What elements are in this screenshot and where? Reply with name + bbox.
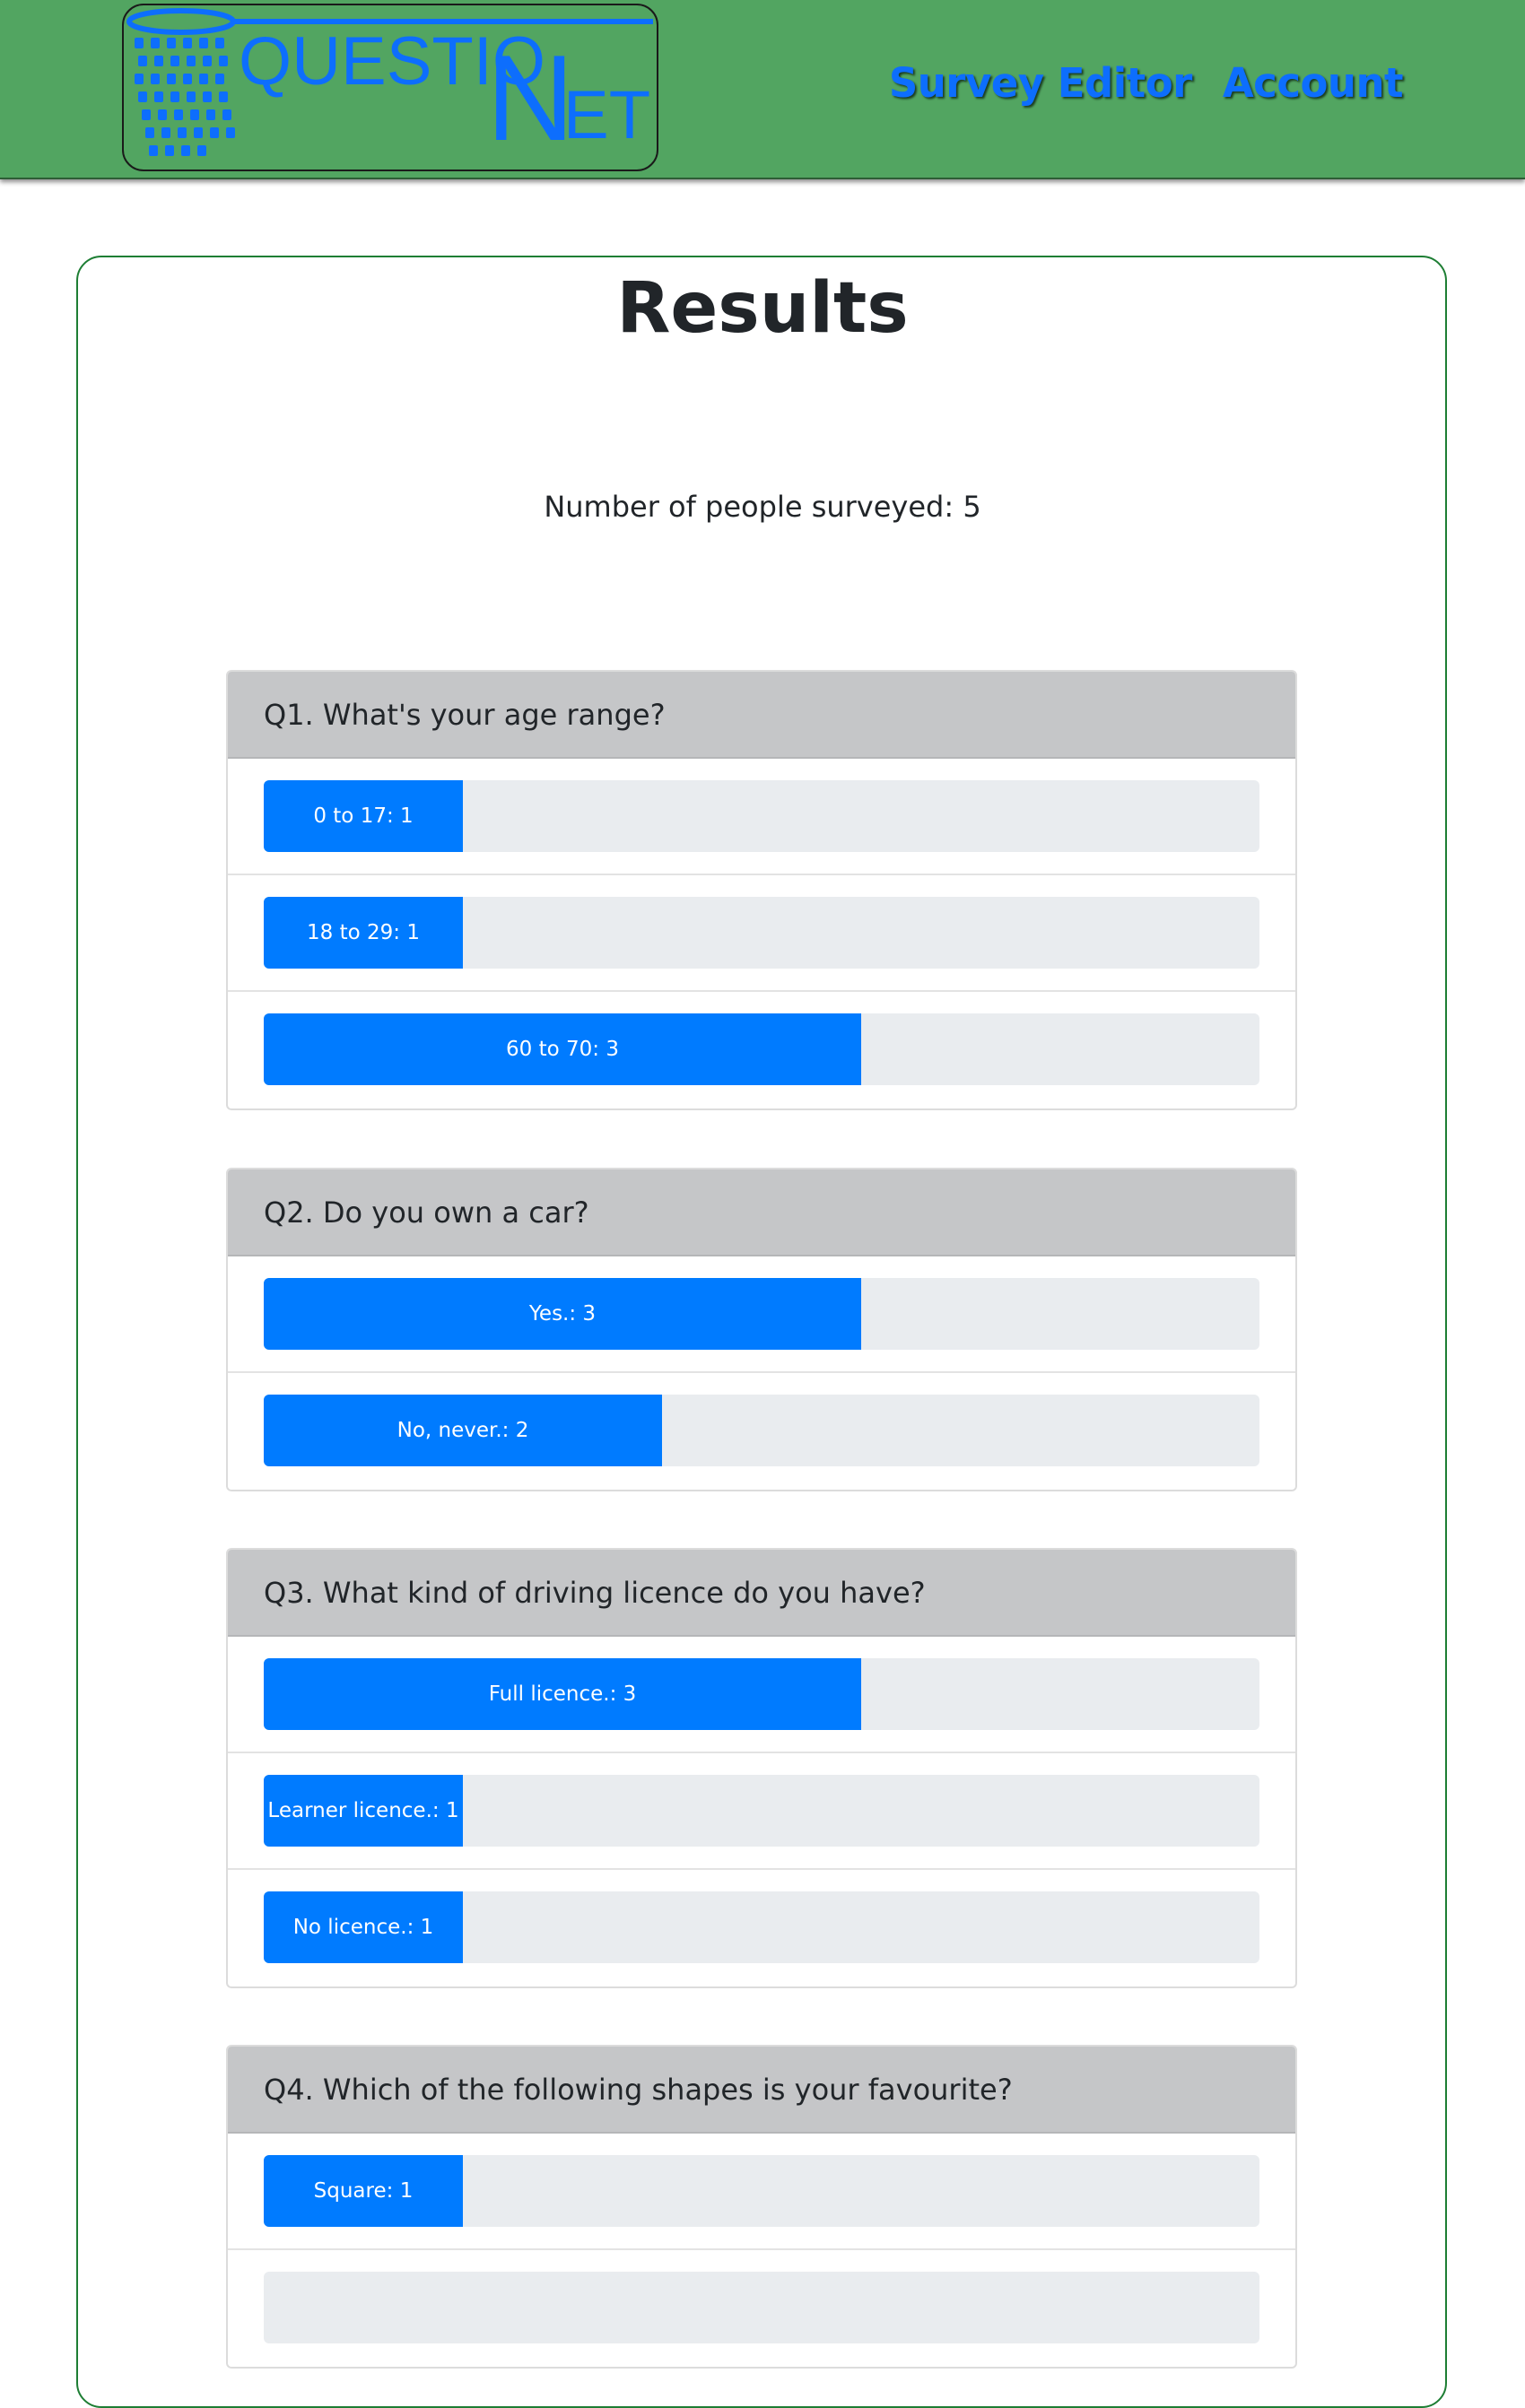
progress-track: Full licence.: 3 <box>264 1658 1259 1730</box>
progress-track: No licence.: 1 <box>264 1891 1259 1963</box>
page-title: Results <box>616 268 909 349</box>
logo-text-big: N <box>486 30 574 166</box>
question-title: Q4. Which of the following shapes is you… <box>228 2047 1295 2134</box>
surveyed-count: Number of people surveyed: 5 <box>544 490 981 524</box>
question-card-q4: Q4. Which of the following shapes is you… <box>226 2045 1297 2369</box>
nav-survey-editor-link[interactable]: Survey Editor <box>889 59 1193 107</box>
nav-links: Survey Editor Account <box>889 59 1404 107</box>
progress-bar: Learner licence.: 1 <box>264 1775 463 1847</box>
progress-track: 60 to 70: 3 <box>264 1013 1259 1085</box>
progress-track <box>264 2272 1259 2343</box>
progress-bar: Square: 1 <box>264 2155 463 2227</box>
progress-bar: 18 to 29: 1 <box>264 897 463 969</box>
progress-bar: No licence.: 1 <box>264 1891 463 1963</box>
answer-row: No licence.: 1 <box>228 1870 1295 1986</box>
progress-track: No, never.: 2 <box>264 1395 1259 1466</box>
net-basket-icon: QUESTIO N ET <box>126 8 653 166</box>
progress-track: Square: 1 <box>264 2155 1259 2227</box>
answer-row: Learner licence.: 1 <box>228 1753 1295 1870</box>
answer-row: 0 to 17: 1 <box>228 759 1295 875</box>
progress-bar: Full licence.: 3 <box>264 1658 861 1730</box>
nav-account-link[interactable]: Account <box>1223 59 1404 107</box>
answer-row: Square: 1 <box>228 2134 1295 2250</box>
question-title: Q3. What kind of driving licence do you … <box>228 1550 1295 1637</box>
answer-row: Yes.: 3 <box>228 1256 1295 1373</box>
questionnet-logo[interactable]: QUESTIO N ET <box>122 4 658 171</box>
progress-bar: 0 to 17: 1 <box>264 780 463 852</box>
progress-bar: Yes.: 3 <box>264 1278 861 1350</box>
progress-bar: No, never.: 2 <box>264 1395 662 1466</box>
progress-track: 18 to 29: 1 <box>264 897 1259 969</box>
answer-row: Full licence.: 3 <box>228 1637 1295 1753</box>
answer-row: 18 to 29: 1 <box>228 875 1295 992</box>
question-card-q2: Q2. Do you own a car? Yes.: 3 No, never.… <box>226 1168 1297 1491</box>
progress-bar: 60 to 70: 3 <box>264 1013 861 1085</box>
logo-text-right: ET <box>563 77 650 153</box>
answer-row: No, never.: 2 <box>228 1373 1295 1490</box>
question-title: Q1. What's your age range? <box>228 672 1295 759</box>
question-title: Q2. Do you own a car? <box>228 1169 1295 1256</box>
answer-row: 60 to 70: 3 <box>228 992 1295 1108</box>
question-card-q1: Q1. What's your age range? 0 to 17: 1 18… <box>226 670 1297 1110</box>
progress-track: 0 to 17: 1 <box>264 780 1259 852</box>
question-card-q3: Q3. What kind of driving licence do you … <box>226 1548 1297 1988</box>
navbar: QUESTIO N ET Survey Editor Account <box>0 0 1525 179</box>
progress-track: Yes.: 3 <box>264 1278 1259 1350</box>
progress-track: Learner licence.: 1 <box>264 1775 1259 1847</box>
answer-row <box>228 2250 1295 2367</box>
